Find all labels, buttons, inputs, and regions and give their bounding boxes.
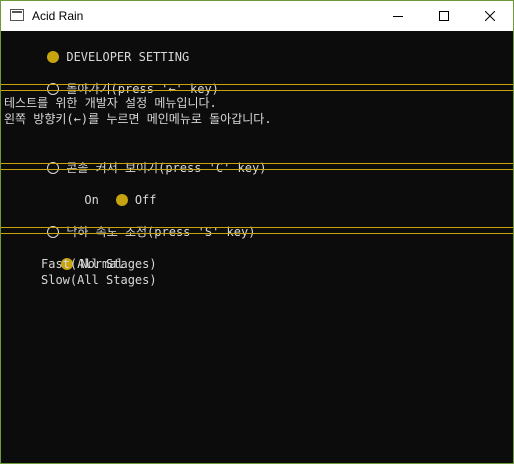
menu-header-label: DEVELOPER SETTING — [66, 50, 190, 64]
speed-setting-option[interactable]: 낙하 속도 조정(press 'S' key) — [4, 208, 255, 239]
back-option[interactable]: 돌아가기(press '←' key) — [4, 65, 219, 96]
speed-option-normal[interactable]: Normal — [18, 240, 124, 271]
menu-header: DEVELOPER SETTING — [4, 33, 189, 64]
speed-option-fast[interactable]: Fast(All Stages) — [41, 256, 157, 272]
close-icon — [485, 11, 495, 21]
cursor-option-on[interactable]: On — [84, 193, 98, 207]
app-window: Acid Rain DEVELOPER SETTING 돌아가기(press '… — [0, 0, 514, 464]
minimize-button[interactable] — [375, 1, 421, 31]
separator-line — [1, 84, 513, 91]
app-icon — [10, 9, 24, 21]
cursor-setting-option[interactable]: 콘솔 커서 보이기(press 'C' key) — [4, 144, 266, 175]
console-area[interactable]: DEVELOPER SETTING 돌아가기(press '←' key) 테스… — [1, 31, 513, 463]
close-button[interactable] — [467, 1, 513, 31]
minimize-icon — [393, 16, 403, 17]
separator-line — [1, 163, 513, 170]
cursor-options: On Off — [41, 176, 156, 207]
maximize-icon — [439, 11, 449, 21]
maximize-button[interactable] — [421, 1, 467, 31]
description-line: 왼쪽 방향키(←)를 누르면 메인메뉴로 돌아갑니다. — [4, 112, 272, 126]
cursor-option-off[interactable]: Off — [135, 193, 157, 207]
selected-bullet-icon — [47, 51, 60, 63]
title-bar[interactable]: Acid Rain — [1, 1, 513, 31]
description-line: 테스트를 위한 개발자 설정 메뉴입니다. — [4, 96, 217, 110]
window-title: Acid Rain — [32, 9, 84, 23]
speed-option-slow[interactable]: Slow(All Stages) — [41, 272, 157, 288]
separator-line — [1, 227, 513, 234]
selected-bullet-icon — [115, 194, 128, 206]
